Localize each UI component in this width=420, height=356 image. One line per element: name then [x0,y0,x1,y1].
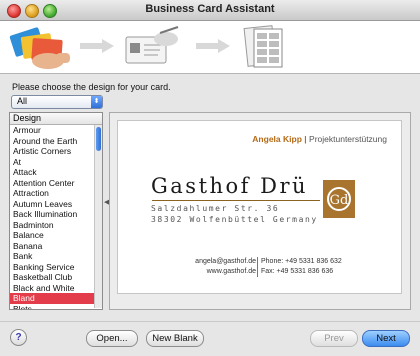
open-button[interactable]: Open... [86,330,138,347]
card-address-line2: 38302 Wolfenbüttel Germany [151,215,318,224]
design-list[interactable]: Design Armour Around the Earth Artistic Co… [9,112,103,310]
list-item[interactable]: Attack [10,167,94,178]
list-item[interactable]: Balance [10,230,94,241]
card-name-separator: | [304,134,307,144]
list-item[interactable]: Badminton [10,220,94,231]
prev-button[interactable]: Prev [310,330,358,347]
business-card-preview: Angela Kipp | Projektunterstützung Gasth… [117,120,402,294]
list-item[interactable]: Black and White [10,283,94,294]
title-bar: Business Card Assistant [0,0,420,21]
card-phone-contact: Phone: +49 5331 836 632 Fax: +49 5331 83… [261,257,342,277]
design-filter-popup[interactable]: All ⬍ [11,95,103,109]
card-online-contact: angela@gasthof.de www.gasthof.de [195,257,256,277]
instruction-text: Please choose the design for your card. [12,82,171,92]
list-item[interactable]: Back Illumination [10,209,94,220]
list-item[interactable]: Autumn Leaves [10,199,94,210]
list-item[interactable]: Bank [10,251,94,262]
card-company-name: Gasthof Drü [151,174,309,198]
card-address-line1: Salzdahlumer Str. 36 [151,204,280,213]
step-design-icon [9,27,70,69]
list-item[interactable]: Attention Center [10,178,94,189]
list-item[interactable]: Blots [10,304,94,310]
logo-letters: Gd [330,193,349,208]
list-item[interactable]: Banking Service [10,262,94,273]
company-logo-icon: Gd [323,180,355,218]
help-button[interactable]: ? [10,329,27,346]
design-list-items: Armour Around the Earth Artistic Corners At… [10,125,94,310]
list-scrollbar-thumb[interactable] [96,127,101,151]
window-title: Business Card Assistant [145,3,275,15]
list-scrollbar[interactable] [94,125,102,308]
filter-selected-value: All [17,96,28,106]
next-button[interactable]: Next [362,330,410,347]
list-column-header[interactable]: Design [10,113,102,125]
list-item[interactable]: At [10,157,94,168]
step-arrow-icon [80,39,114,53]
card-address: Salzdahlumer Str. 36 38302 Wolfenbüttel … [151,203,318,225]
footer-separator [0,321,420,322]
card-contact-divider [257,257,258,277]
card-email: angela@gasthof.de [195,258,256,265]
card-fax: Fax: +49 5331 836 636 [261,268,334,275]
card-phone: Phone: +49 5331 836 632 [261,258,342,265]
list-item[interactable]: Artistic Corners [10,146,94,157]
list-item[interactable]: Attraction [10,188,94,199]
list-item[interactable]: Basketball Club [10,272,94,283]
card-divider [152,200,320,201]
list-item[interactable]: Armour [10,125,94,136]
new-blank-button[interactable]: New Blank [146,330,204,347]
updown-arrows-icon: ⬍ [91,96,102,108]
step-print-icon [243,25,283,68]
card-website: www.gasthof.de [206,268,256,275]
step-arrow-icon [196,39,230,53]
list-item[interactable]: Around the Earth [10,136,94,147]
step-edit-icon [125,26,179,64]
assistant-steps-banner [0,21,420,74]
card-person-name: Angela Kipp [252,134,302,144]
card-role: Projektunterstützung [309,134,387,144]
list-item[interactable]: Banana [10,241,94,252]
list-item[interactable]: Bland [10,293,94,304]
card-name-line: Angela Kipp | Projektunterstützung [252,134,387,144]
